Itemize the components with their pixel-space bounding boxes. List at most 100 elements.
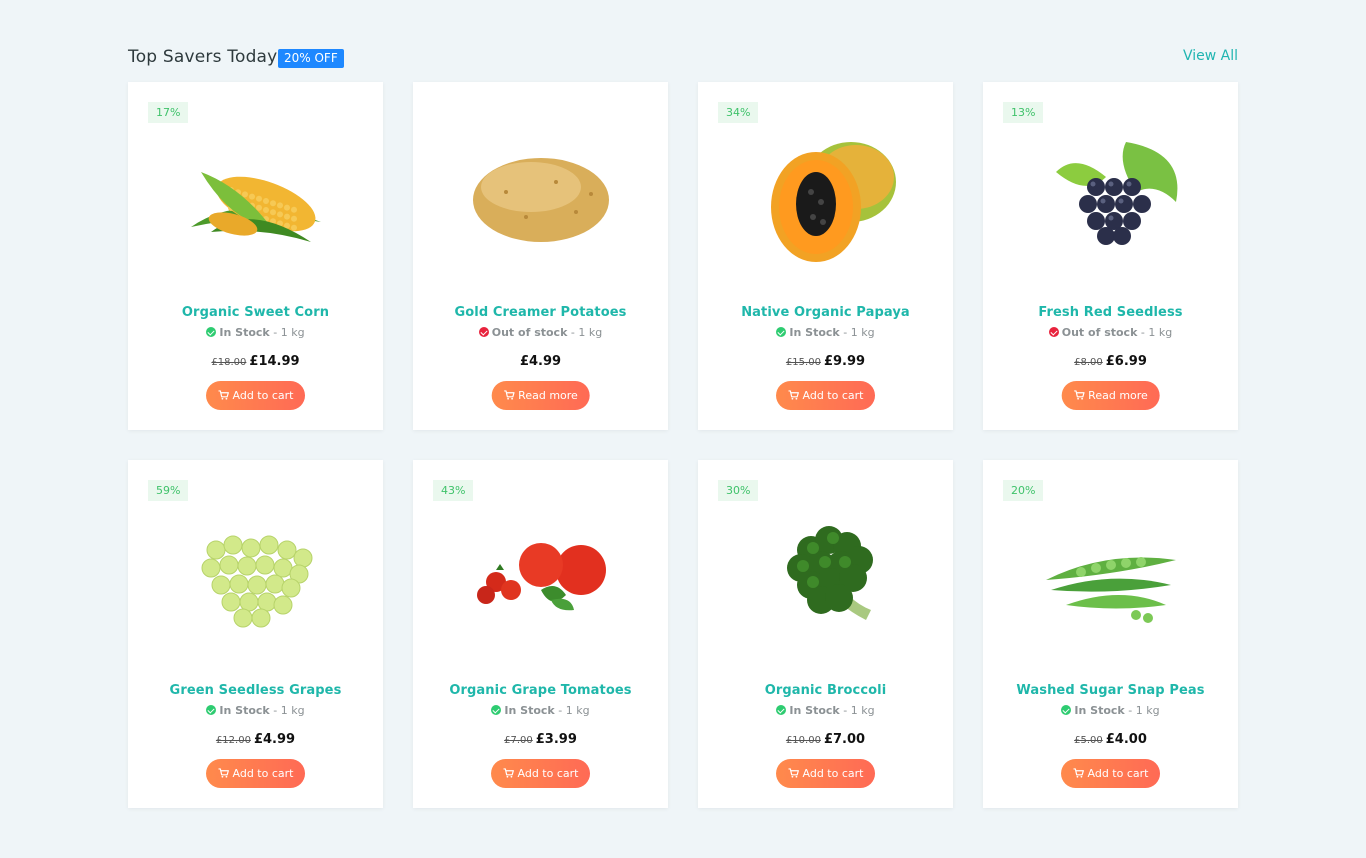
current-price: £4.99	[253, 732, 296, 747]
cart-icon	[1073, 768, 1084, 778]
discount-badge: 34%	[718, 102, 759, 123]
cart-icon	[503, 768, 514, 778]
product-card-tomatoes[interactable]: 43% Organic Grape Tomatoes In Stock - 1 …	[413, 460, 668, 808]
grapes-green-image[interactable]	[171, 510, 341, 640]
stock-status: In Stock - 1 kg	[698, 704, 953, 717]
price: £4.99	[413, 354, 668, 369]
product-name[interactable]: Organic Grape Tomatoes	[413, 683, 668, 698]
price: £7.00 £3.99	[413, 732, 668, 747]
cart-icon	[218, 390, 229, 400]
stock-label: In Stock	[1074, 704, 1125, 717]
product-name[interactable]: Fresh Red Seedless	[983, 305, 1238, 320]
section-header: Top Savers Today 20% OFF View All	[128, 46, 1238, 70]
current-price: £9.99	[823, 354, 866, 369]
stock-status: Out of stock - 1 kg	[413, 326, 668, 339]
current-price: £4.99	[519, 354, 562, 369]
add-to-cart-button[interactable]: Add to cart	[1060, 759, 1161, 788]
product-name[interactable]: Organic Sweet Corn	[128, 305, 383, 320]
tomatoes-image[interactable]	[456, 510, 626, 640]
product-card-papaya[interactable]: 34% Native Organic Papaya In Stock - 1 k…	[698, 82, 953, 430]
old-price: £10.00	[785, 735, 821, 746]
add-to-cart-button[interactable]: Add to cart	[775, 759, 876, 788]
read-more-button[interactable]: Read more	[491, 381, 590, 410]
stock-status: In Stock - 1 kg	[413, 704, 668, 717]
discount-badge: 30%	[718, 480, 759, 501]
cart-icon	[1073, 390, 1085, 400]
button-label: Read more	[518, 389, 578, 402]
price: £12.00 £4.99	[128, 732, 383, 747]
product-image[interactable]	[453, 500, 628, 650]
stock-status: In Stock - 1 kg	[983, 704, 1238, 717]
product-image[interactable]	[168, 122, 343, 272]
current-price: £3.99	[535, 732, 577, 747]
view-all-link[interactable]: View All	[1183, 48, 1238, 64]
discount-badge: 43%	[433, 480, 474, 501]
stock-status: In Stock - 1 kg	[128, 326, 383, 339]
button-label: Add to cart	[232, 389, 294, 402]
stock-label: Out of stock	[1061, 326, 1138, 339]
stock-label: Out of stock	[491, 326, 568, 339]
old-price: £18.00	[211, 357, 247, 368]
potato-image[interactable]	[456, 132, 626, 262]
read-more-button[interactable]: Read more	[1061, 381, 1160, 410]
product-image[interactable]	[1023, 500, 1198, 650]
broccoli-image[interactable]	[741, 510, 911, 640]
product-image[interactable]	[1023, 122, 1198, 272]
check-circle-icon	[491, 705, 502, 715]
cart-icon	[218, 768, 229, 778]
add-to-cart-button[interactable]: Add to cart	[205, 381, 306, 410]
product-image[interactable]	[168, 500, 343, 650]
old-price: £8.00	[1074, 357, 1103, 368]
product-card-corn[interactable]: 17% Organic Sweet Corn In Stock - 1 kg £…	[128, 82, 383, 430]
stock-label: In Stock	[789, 704, 840, 717]
price: £18.00 £14.99	[128, 354, 383, 369]
stock-label: In Stock	[219, 704, 270, 717]
product-card-peas[interactable]: 20% Washed Sugar Snap Peas In Stock - 1 …	[983, 460, 1238, 808]
product-name[interactable]: Gold Creamer Potatoes	[413, 305, 668, 320]
product-name[interactable]: Native Organic Papaya	[698, 305, 953, 320]
button-label: Add to cart	[802, 389, 864, 402]
product-card-broccoli[interactable]: 30% Organic Broccoli In Stock - 1 kg £10…	[698, 460, 953, 808]
product-image[interactable]	[453, 122, 628, 272]
product-card-potato[interactable]: Gold Creamer Potatoes Out of stock - 1 k…	[413, 82, 668, 430]
button-label: Add to cart	[232, 767, 294, 780]
product-image[interactable]	[738, 122, 913, 272]
unit-label: - 1 kg	[273, 326, 305, 339]
product-name[interactable]: Organic Broccoli	[698, 683, 953, 698]
x-circle-icon	[1048, 327, 1059, 337]
current-price: £14.99	[249, 354, 300, 369]
unit-label: - 1 kg	[273, 704, 305, 717]
product-name[interactable]: Washed Sugar Snap Peas	[983, 683, 1238, 698]
button-label: Add to cart	[1087, 767, 1149, 780]
old-price: £7.00	[504, 735, 533, 746]
unit-label: - 1 kg	[843, 326, 875, 339]
button-label: Read more	[1088, 389, 1148, 402]
add-to-cart-button[interactable]: Add to cart	[490, 759, 591, 788]
check-circle-icon	[1061, 705, 1072, 715]
product-card-grapes-red[interactable]: 13% Fresh Red Seedless Out of stock - 1 …	[983, 82, 1238, 430]
papaya-image[interactable]	[741, 132, 911, 262]
check-circle-icon	[206, 327, 217, 337]
product-card-grapes-green[interactable]: 59% Green Seedless Grapes In Stock - 1 k…	[128, 460, 383, 808]
price: £5.00 £4.00	[983, 732, 1238, 747]
product-name[interactable]: Green Seedless Grapes	[128, 683, 383, 698]
peas-image[interactable]	[1026, 510, 1196, 640]
cart-icon	[788, 390, 799, 400]
add-to-cart-button[interactable]: Add to cart	[205, 759, 306, 788]
stock-status: In Stock - 1 kg	[698, 326, 953, 339]
cart-icon	[788, 768, 799, 778]
grapes-red-image[interactable]	[1026, 132, 1196, 262]
check-circle-icon	[776, 327, 787, 337]
old-price: £15.00	[785, 357, 821, 368]
discount-badge: 13%	[1003, 102, 1044, 123]
add-to-cart-button[interactable]: Add to cart	[775, 381, 876, 410]
corn-image[interactable]	[171, 132, 341, 262]
current-price: £6.99	[1105, 354, 1147, 369]
unit-label: - 1 kg	[558, 704, 590, 717]
check-circle-icon	[776, 705, 787, 715]
check-circle-icon	[206, 705, 217, 715]
stock-label: In Stock	[504, 704, 555, 717]
old-price: £5.00	[1074, 735, 1103, 746]
product-image[interactable]	[738, 500, 913, 650]
stock-label: In Stock	[219, 326, 270, 339]
